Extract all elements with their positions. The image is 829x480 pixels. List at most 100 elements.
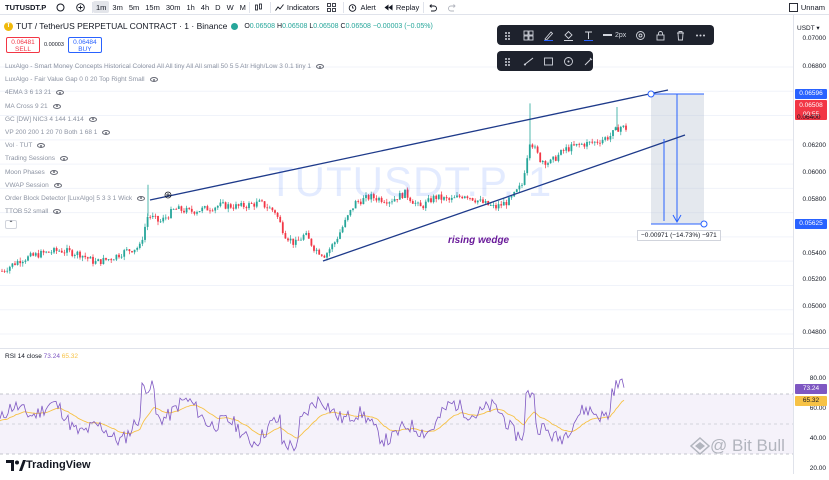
eye-icon[interactable]	[52, 103, 61, 109]
line-color-icon[interactable]	[543, 30, 554, 41]
rsi-ma-tag: 65.32	[795, 396, 827, 406]
rsi-axis[interactable]: 80.00 60.00 40.00 20.00	[793, 348, 829, 474]
trendline-icon[interactable]	[523, 56, 534, 67]
timeframe-1h[interactable]: 1h	[183, 0, 197, 15]
eye-icon[interactable]	[49, 169, 58, 175]
indicator-row[interactable]: VP 200 200 1 20 70 Both 1 68 1	[5, 126, 324, 139]
indicator-row[interactable]: TTOB 52 small	[5, 205, 324, 218]
buy-button[interactable]: 0.06484 BUY	[67, 37, 102, 53]
symbol-search-button[interactable]: TUTUSDT.P	[0, 0, 52, 15]
indicator-label: VWAP Session	[5, 181, 49, 189]
candle-body	[318, 249, 321, 255]
candle-body	[102, 257, 105, 265]
indicators-button[interactable]: Indicators	[271, 0, 324, 15]
candle-body	[105, 257, 107, 260]
candle-body	[346, 215, 349, 220]
eye-icon[interactable]	[59, 156, 68, 162]
trash-icon[interactable]	[675, 30, 686, 41]
indicator-row[interactable]: LuxAlgo - Smart Money Concepts Historica…	[5, 60, 325, 73]
rsi-legend[interactable]: RSI 14 close 73.24 65.32	[5, 353, 78, 360]
indicator-row[interactable]: Moon Phases	[5, 166, 324, 179]
candle-body	[292, 238, 295, 245]
rsi-pane[interactable]	[0, 348, 793, 474]
timeframe-3m[interactable]: 3m	[109, 0, 125, 15]
eye-icon[interactable]	[53, 182, 62, 188]
tradingview-logo[interactable]: TradingView	[6, 459, 91, 471]
timeframe-label: 1h	[186, 2, 195, 12]
timeframe-30m[interactable]: 30m	[163, 0, 184, 15]
indicator-row[interactable]: Vol · TUT	[5, 139, 324, 152]
eye-icon[interactable]	[137, 195, 146, 201]
alert-button[interactable]: Alert	[344, 0, 379, 15]
eye-icon[interactable]	[53, 209, 62, 215]
timeframe-5m[interactable]: 5m	[126, 0, 142, 15]
indicator-row[interactable]: VWAP Session	[5, 179, 324, 192]
price-axis[interactable]: 0.07000 0.06800 0.06200 0.06000 0.05800 …	[793, 15, 829, 348]
circle-target-icon[interactable]	[563, 56, 574, 67]
rising-wedge-label[interactable]: rising wedge	[448, 235, 509, 246]
collapse-legend-button[interactable]: ⌃	[5, 220, 17, 230]
indicator-row[interactable]: 4EMA 3 6 13 21	[5, 86, 324, 99]
sell-button[interactable]: 0.06481 SELL	[6, 37, 40, 53]
timeframe-m[interactable]: M	[237, 0, 249, 15]
open-value: 0.06508	[249, 22, 276, 30]
indicator-row[interactable]: Order Block Detector [LuxAlgo] 5 3 3 1 W…	[5, 192, 324, 205]
indicators-label: Indicators	[286, 2, 320, 12]
indicator-row[interactable]: MA Cross 9 21	[5, 100, 324, 113]
settings-icon[interactable]	[635, 30, 646, 41]
chart-type-button[interactable]	[250, 0, 270, 15]
eye-icon[interactable]	[56, 90, 65, 96]
text-color-icon[interactable]	[583, 30, 594, 41]
drag-handle-icon[interactable]	[503, 56, 514, 67]
indicator-row[interactable]: GC [DW] NIC3 4 144 1.414	[5, 113, 324, 126]
candle-body	[123, 250, 126, 257]
candle-body	[599, 142, 601, 144]
eye-icon[interactable]	[88, 116, 97, 122]
eye-icon[interactable]	[316, 64, 325, 70]
drag-handle	[700, 220, 708, 228]
top-toolbar: TUTUSDT.P 1m 3m 5m 15m 30m 1h 4h D W M I…	[0, 0, 829, 15]
candle-body	[591, 141, 594, 143]
eye-icon[interactable]	[149, 77, 158, 83]
indicator-row[interactable]: Trading Sessions	[5, 152, 324, 165]
brush-icon[interactable]	[583, 56, 594, 67]
templates-button[interactable]	[323, 0, 343, 15]
layout-button[interactable]: Unnam	[785, 0, 829, 15]
timeframe-15m[interactable]: 15m	[142, 0, 163, 15]
fill-color-icon[interactable]	[563, 30, 574, 41]
redo-button[interactable]	[444, 0, 464, 15]
price-tick: 0.04800	[802, 329, 827, 336]
candle-body	[422, 206, 425, 209]
indicator-row[interactable]: LuxAlgo - Fair Value Gap 0 0 20 Top Righ…	[5, 73, 324, 86]
candle-body	[315, 249, 318, 251]
compare-button[interactable]	[52, 0, 72, 15]
add-symbol-button[interactable]	[72, 0, 92, 15]
more-icon[interactable]	[695, 30, 706, 41]
candle-body	[557, 154, 560, 161]
line-width-selector[interactable]: 2px	[603, 32, 626, 39]
candle-body	[588, 141, 591, 143]
candle-body	[71, 250, 74, 256]
lock-icon[interactable]	[655, 30, 666, 41]
currency-selector[interactable]: USDT ▾	[797, 24, 820, 32]
candle-body	[21, 261, 24, 264]
timeframe-d[interactable]: D	[212, 0, 223, 15]
price-tick: 0.06000	[802, 169, 827, 176]
timeframe-1m[interactable]: 1m	[93, 1, 110, 13]
undo-button[interactable]	[424, 0, 444, 15]
drag-handle-icon[interactable]	[503, 30, 514, 41]
replay-button[interactable]: Replay	[380, 0, 423, 15]
candle-body	[565, 147, 568, 151]
candle-body	[562, 150, 565, 151]
templates-icon[interactable]	[523, 30, 534, 41]
symbol-description[interactable]: TUT / TetherUS PERPETUAL CONTRACT · 1 · …	[16, 21, 227, 31]
symbol-label: TUTUSDT.P	[5, 2, 47, 12]
candle-body	[115, 254, 118, 260]
buy-sell-panel: 0.06481 SELL 0.00003 0.06484 BUY	[6, 37, 102, 53]
rectangle-icon[interactable]	[543, 56, 554, 67]
timeframe-4h[interactable]: 4h	[198, 0, 212, 15]
eye-icon[interactable]	[37, 143, 46, 149]
eye-icon[interactable]	[102, 130, 111, 136]
candle-body	[32, 253, 35, 256]
timeframe-w[interactable]: W	[224, 0, 237, 15]
